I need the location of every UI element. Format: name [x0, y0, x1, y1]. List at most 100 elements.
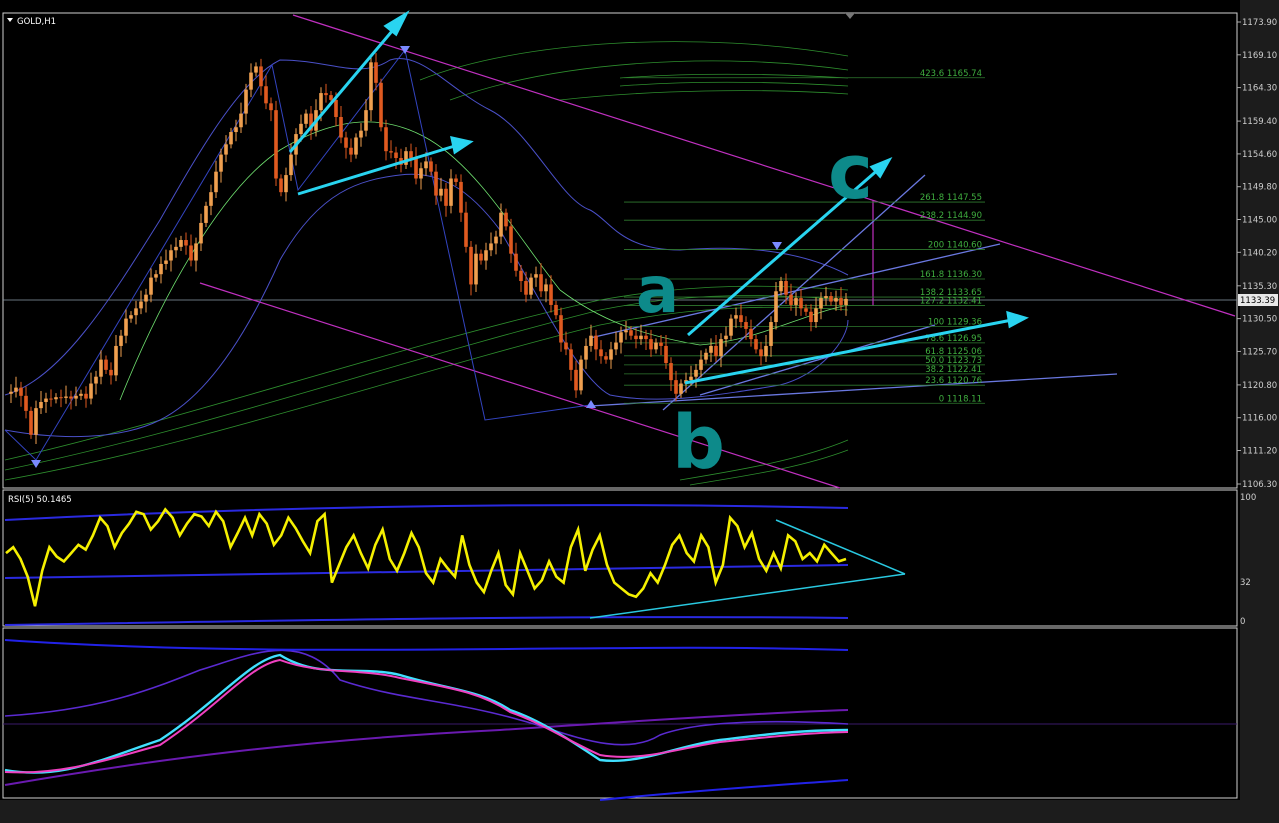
candle-body: [504, 212, 508, 227]
candle-body: [84, 393, 88, 399]
candle-body: [624, 330, 628, 333]
candle-body: [299, 123, 303, 135]
candle-body: [819, 298, 823, 309]
candle-body: [279, 178, 283, 193]
candle-body: [54, 397, 58, 400]
candle-body: [764, 345, 768, 357]
candle-body: [749, 328, 753, 340]
price-tick-label: 1130.50: [1242, 315, 1277, 325]
price-axis: 1173.90 1169.10 1164.30 1159.40 1154.60 1149.…: [1237, 18, 1277, 490]
candle-body: [49, 398, 53, 400]
candle-body: [24, 395, 28, 411]
candle-body: [134, 308, 138, 316]
candle-body: [834, 298, 838, 302]
candle-body: [264, 86, 268, 104]
candle-body: [654, 342, 658, 350]
candle-body: [254, 66, 258, 73]
candle-body: [464, 212, 468, 247]
candle-body: [319, 93, 323, 111]
candle-body: [494, 236, 498, 244]
candle-body: [239, 113, 243, 128]
candle-body: [179, 240, 183, 247]
candle-body: [489, 243, 493, 251]
candle-body: [794, 298, 798, 305]
candle-body: [269, 103, 273, 111]
candle-body: [39, 401, 43, 409]
candle-body: [724, 335, 728, 340]
candle-body: [44, 398, 48, 402]
candle-body: [614, 342, 618, 350]
mt4-chart-window: GOLD,H1 1173.90 1169.10 1164.30 1159.40 1154…: [0, 0, 1279, 823]
candle-body: [729, 318, 733, 336]
candle-body: [324, 93, 328, 96]
candle-body: [334, 99, 338, 117]
candle-body: [339, 116, 343, 138]
candle-body: [259, 66, 263, 87]
candle-body: [129, 315, 133, 319]
candle-body: [534, 274, 538, 278]
candle-body: [229, 132, 233, 145]
fib-level-label: 238.2 1144.90: [920, 211, 982, 221]
candle-body: [169, 250, 173, 261]
candle-body: [754, 339, 758, 350]
candle-body: [429, 161, 433, 172]
candle-body: [139, 301, 143, 309]
price-tick-label: 1145.00: [1242, 216, 1277, 226]
candle-body: [744, 322, 748, 329]
candle-body: [814, 308, 818, 323]
candle-body: [734, 315, 738, 319]
candle-body: [639, 335, 643, 340]
price-tick-label: 1154.60: [1242, 150, 1277, 160]
candle-body: [349, 147, 353, 155]
candle-body: [194, 243, 198, 261]
candle-body: [709, 345, 713, 353]
candle-body: [289, 154, 293, 176]
candle-body: [369, 62, 373, 111]
candle-body: [214, 171, 218, 193]
price-tick-label: 1164.30: [1242, 84, 1277, 94]
candle-body: [694, 369, 698, 377]
candle-body: [34, 408, 38, 435]
candle-body: [544, 284, 548, 292]
candle-body: [384, 127, 388, 152]
candle-body: [484, 250, 488, 261]
fib-level-label: 200 1140.60: [928, 241, 982, 251]
candle-body: [474, 253, 478, 285]
candle-body: [99, 359, 103, 377]
candle-body: [704, 352, 708, 360]
candle-body: [389, 151, 393, 153]
candle-body: [379, 82, 383, 128]
candle-body: [569, 349, 573, 370]
fib-level-label: 261.8 1147.55: [920, 193, 982, 203]
candle-body: [804, 308, 808, 312]
current-price-label: 1133.39: [1240, 296, 1275, 306]
candle-body: [439, 188, 443, 196]
candle-body: [149, 277, 153, 295]
fib-level-label: 23.6 1120.76: [925, 376, 982, 386]
candle-body: [509, 226, 513, 254]
candle-body: [719, 339, 723, 357]
candle-body: [144, 294, 148, 302]
candle-body: [674, 380, 678, 394]
candle-body: [274, 110, 278, 179]
candle-body: [94, 376, 98, 384]
candle-body: [574, 369, 578, 391]
candle-body: [524, 281, 528, 295]
candle-body: [519, 270, 523, 282]
candle-body: [829, 296, 833, 302]
candle-body: [164, 260, 168, 264]
candle-body: [409, 151, 413, 159]
candle-body: [89, 383, 93, 399]
candle-body: [79, 393, 83, 396]
symbol-title: GOLD,H1: [17, 17, 56, 27]
candle-body: [644, 335, 648, 340]
candle-body: [689, 376, 693, 381]
fib-level-label: 0 1118.11: [939, 394, 982, 404]
candle-body: [434, 171, 438, 196]
candle-body: [539, 274, 543, 292]
price-tick-label: 1125.70: [1242, 347, 1277, 357]
candle-body: [364, 110, 368, 131]
candle-body: [394, 152, 398, 159]
candle-body: [114, 345, 118, 376]
candle-body: [779, 281, 783, 292]
